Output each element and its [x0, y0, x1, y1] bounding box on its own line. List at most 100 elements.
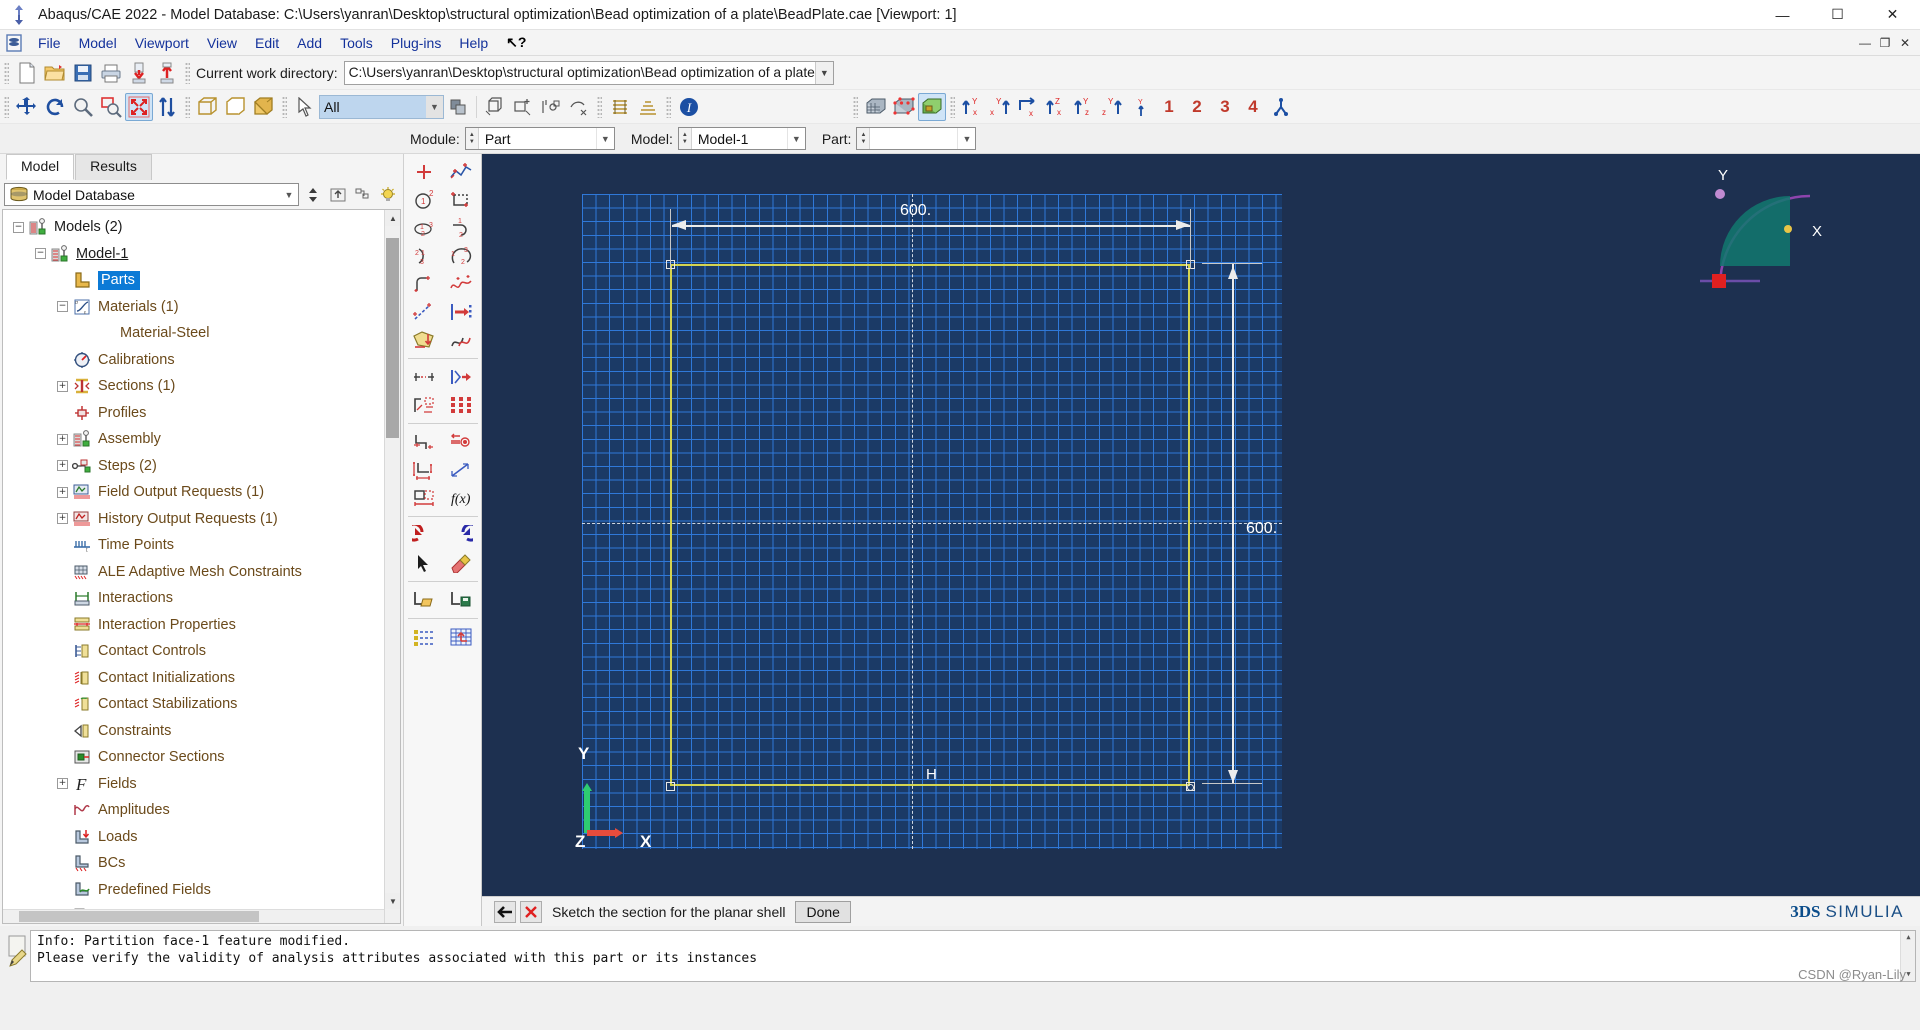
horizontal-dimension-icon[interactable]: [406, 484, 443, 512]
tree-node-contact-initializations[interactable]: Contact Initializations: [3, 665, 400, 692]
tree-node-fields[interactable]: + F Fields: [3, 771, 400, 798]
cancel-x-icon[interactable]: [520, 900, 542, 923]
model-spinner[interactable]: ▲ ▼: [678, 128, 692, 149]
render-toolbar-grip[interactable]: [185, 95, 190, 118]
sketcher-open-icon[interactable]: [406, 586, 443, 614]
collapse-icon[interactable]: −: [13, 221, 24, 233]
mesh-display-icon[interactable]: [862, 93, 890, 121]
tab-model[interactable]: Model: [6, 154, 75, 180]
ply-stack-section-icon[interactable]: [634, 93, 662, 121]
chevron-down-icon[interactable]: ▼: [280, 184, 298, 205]
viewport-1-button[interactable]: 1: [1155, 93, 1183, 121]
tree-node-calibrations[interactable]: Calibrations: [3, 347, 400, 374]
apply-iso-view-icon[interactable]: Y: [1127, 93, 1155, 121]
tree-node-amplitudes[interactable]: Amplitudes: [3, 797, 400, 824]
expand-icon[interactable]: +: [57, 460, 68, 472]
info-toolbar-grip[interactable]: [666, 95, 671, 118]
tree-node-models-2[interactable]: − Models (2): [3, 214, 400, 241]
module-dropdown[interactable]: ▲ ▼ Part ▼: [464, 127, 615, 150]
remove-selected-icon[interactable]: [565, 93, 593, 121]
apply-left-view-icon[interactable]: Yz: [1071, 93, 1099, 121]
edit-dimension-icon[interactable]: [406, 456, 443, 484]
rotate-view-icon[interactable]: [41, 93, 69, 121]
import-icon[interactable]: [125, 59, 153, 87]
selection-toolbar-grip[interactable]: [282, 95, 287, 118]
collapse-icon[interactable]: −: [35, 248, 46, 260]
orientation-toolbar-grip[interactable]: [950, 95, 955, 118]
tree-node-interactions[interactable]: Interactions: [3, 585, 400, 612]
wireframe-render-icon[interactable]: [194, 93, 222, 121]
chevron-down-icon[interactable]: ▼: [595, 128, 614, 149]
tree-horizontal-scrollbar[interactable]: [3, 909, 384, 923]
tree-parent-button[interactable]: [327, 183, 349, 206]
mdi-minimize-button[interactable]: —: [1856, 36, 1874, 50]
tab-results[interactable]: Results: [75, 154, 152, 180]
scroll-down-icon[interactable]: ▼: [385, 893, 400, 909]
sketcher-save-icon[interactable]: [443, 586, 480, 614]
create-fillet-icon[interactable]: [406, 270, 443, 298]
redo-icon[interactable]: [443, 521, 480, 549]
part-dropdown[interactable]: ▲ ▼ ▼: [856, 127, 977, 150]
collapse-icon[interactable]: −: [57, 301, 68, 313]
menu-viewport[interactable]: Viewport: [126, 33, 198, 53]
tree-node-constraints[interactable]: Constraints: [3, 718, 400, 745]
link-viewports-icon[interactable]: [1267, 93, 1295, 121]
project-edges-icon[interactable]: [406, 326, 443, 354]
message-log[interactable]: Info: Partition face-1 feature modified.…: [30, 930, 1916, 982]
chevron-down-icon[interactable]: ▼: [786, 128, 805, 149]
apply-front-view-icon[interactable]: Yx: [959, 93, 987, 121]
tree-node-time-points[interactable]: t Time Points: [3, 532, 400, 559]
node-display-icon[interactable]: [890, 93, 918, 121]
pan-view-icon[interactable]: [13, 93, 41, 121]
menu-model[interactable]: Model: [70, 33, 126, 53]
horizontal-dimension-label[interactable]: 600.: [900, 202, 931, 220]
cycle-views-icon[interactable]: [153, 93, 181, 121]
maximize-button[interactable]: ☐: [1810, 0, 1865, 30]
minimize-button[interactable]: —: [1755, 0, 1810, 30]
tree-node-assembly[interactable]: + Assembly: [3, 426, 400, 453]
trim-extend-icon[interactable]: [406, 363, 443, 391]
back-arrow-icon[interactable]: [494, 900, 516, 923]
menu-edit[interactable]: Edit: [246, 33, 288, 53]
parameter-manager-icon[interactable]: f(x): [443, 484, 480, 512]
tree-filter-button[interactable]: [352, 183, 374, 206]
work-directory-input[interactable]: C:\Users\yanran\Desktop\structural optim…: [343, 60, 834, 85]
close-button[interactable]: ✕: [1865, 0, 1920, 30]
tree-node-parts[interactable]: Parts: [3, 267, 400, 294]
sketcher-grid-icon[interactable]: [443, 623, 480, 651]
selection-filter-dropdown[interactable]: All ▼: [319, 94, 444, 119]
menu-file[interactable]: File: [29, 33, 70, 53]
query-toolbar-grip[interactable]: [597, 95, 602, 118]
tree-node-steps-2[interactable]: + Steps (2): [3, 453, 400, 480]
linear-pattern-icon[interactable]: [443, 391, 480, 419]
tree-node-loads[interactable]: Loads: [3, 824, 400, 851]
apply-top-view-icon[interactable]: x: [1015, 93, 1043, 121]
viewport-canvas[interactable]: 600. 600. H Y Z X Y X: [482, 154, 1920, 896]
tree-node-materials-1[interactable]: − σ ε Materials (1): [3, 294, 400, 321]
create-construction-line-icon[interactable]: [406, 298, 443, 326]
chevron-down-icon[interactable]: ▼: [814, 61, 833, 84]
tree-node-field-output-requests-1[interactable]: + Field Output Requests (1): [3, 479, 400, 506]
viewport-4-button[interactable]: 4: [1239, 93, 1267, 121]
tree-node-interaction-properties[interactable]: Interaction Properties: [3, 612, 400, 639]
menu-help[interactable]: Help: [450, 33, 497, 53]
shaded-render-icon[interactable]: [250, 93, 278, 121]
plot-contours-icon[interactable]: [537, 93, 565, 121]
save-database-icon[interactable]: [69, 59, 97, 87]
expand-icon[interactable]: +: [57, 778, 68, 790]
tree-vertical-scrollbar[interactable]: ▲ ▼: [384, 210, 400, 923]
create-arc-3points-icon[interactable]: 12: [443, 214, 480, 242]
magnify-view-icon[interactable]: [69, 93, 97, 121]
tree-bulb-icon[interactable]: [377, 183, 399, 206]
toolbar-grip[interactable]: [4, 61, 9, 84]
context-help-icon[interactable]: ↖?: [497, 32, 535, 53]
apply-bottom-view-icon[interactable]: Zx: [1043, 93, 1071, 121]
cwd-toolbar-grip[interactable]: [185, 61, 190, 84]
sketch-origin-point[interactable]: [1187, 784, 1194, 791]
apply-right-view-icon[interactable]: zY: [1099, 93, 1127, 121]
model-dropdown[interactable]: ▲ ▼ Model-1 ▼: [677, 127, 806, 150]
viewport-3-button[interactable]: 3: [1211, 93, 1239, 121]
translate-copy-icon[interactable]: [443, 363, 480, 391]
menu-plugins[interactable]: Plug-ins: [382, 33, 451, 53]
tree-hscroll-thumb[interactable]: [19, 911, 259, 922]
